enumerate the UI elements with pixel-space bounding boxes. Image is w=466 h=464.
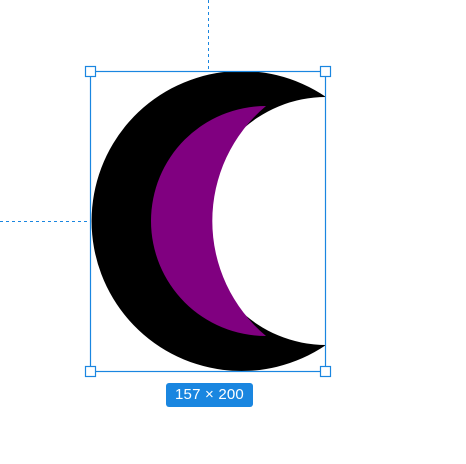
resize-handle-top-left[interactable] — [84, 65, 97, 78]
resize-handle-bottom-right[interactable] — [319, 365, 332, 378]
crescent-shape[interactable] — [91, 71, 326, 371]
resize-handle-bottom-left[interactable] — [84, 365, 97, 378]
design-canvas[interactable]: 157 × 200 — [0, 0, 466, 464]
resize-handle-top-right[interactable] — [319, 65, 332, 78]
dimensions-badge: 157 × 200 — [166, 383, 253, 407]
